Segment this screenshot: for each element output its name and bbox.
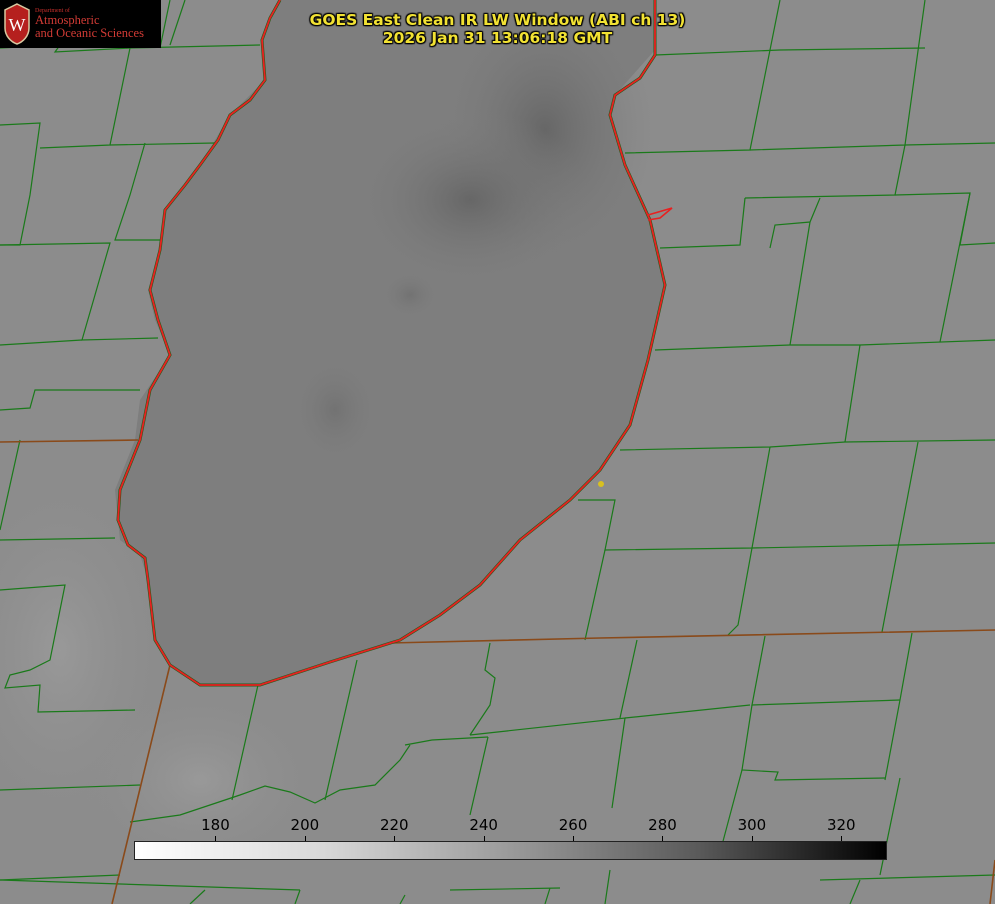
colorbar-tick-mark	[484, 836, 485, 841]
image-title: GOES East Clean IR LW Window (ABI ch 13)…	[0, 11, 995, 47]
cloud-patch-mid	[380, 270, 440, 320]
colorbar-tick-mark	[841, 836, 842, 841]
satellite-image-viewer: W Department of Atmospheric and Oceanic …	[0, 0, 995, 904]
colorbar-tick-mark	[215, 836, 216, 841]
colorbar-tick-label: 180	[201, 816, 230, 834]
cloud-band-center	[350, 110, 590, 290]
yellow-dot-icon	[598, 481, 604, 487]
colorbar-tick-label: 220	[379, 816, 409, 834]
satellite-map	[0, 0, 995, 904]
colorbar-tick-label: 300	[737, 816, 767, 834]
colorbar-tick-mark	[573, 836, 574, 841]
colorbar-tick-mark	[394, 836, 395, 841]
cloud-patch-west	[290, 355, 380, 465]
colorbar-tick-label: 320	[826, 816, 856, 834]
colorbar-tick-mark	[752, 836, 753, 841]
colorbar-tick-label: 280	[648, 816, 677, 834]
colorbar-tick-mark	[662, 836, 663, 841]
colorbar-tick-mark	[305, 836, 306, 841]
title-timestamp: 2026 Jan 31 13:06:18 GMT	[382, 29, 613, 47]
colorbar	[134, 841, 887, 860]
colorbar-tick-label: 260	[558, 816, 588, 834]
colorbar-tick-label: 200	[290, 816, 320, 834]
title-product: GOES East Clean IR LW Window (ABI ch 13)	[309, 11, 686, 29]
colorbar-tick-label: 240	[469, 816, 498, 834]
